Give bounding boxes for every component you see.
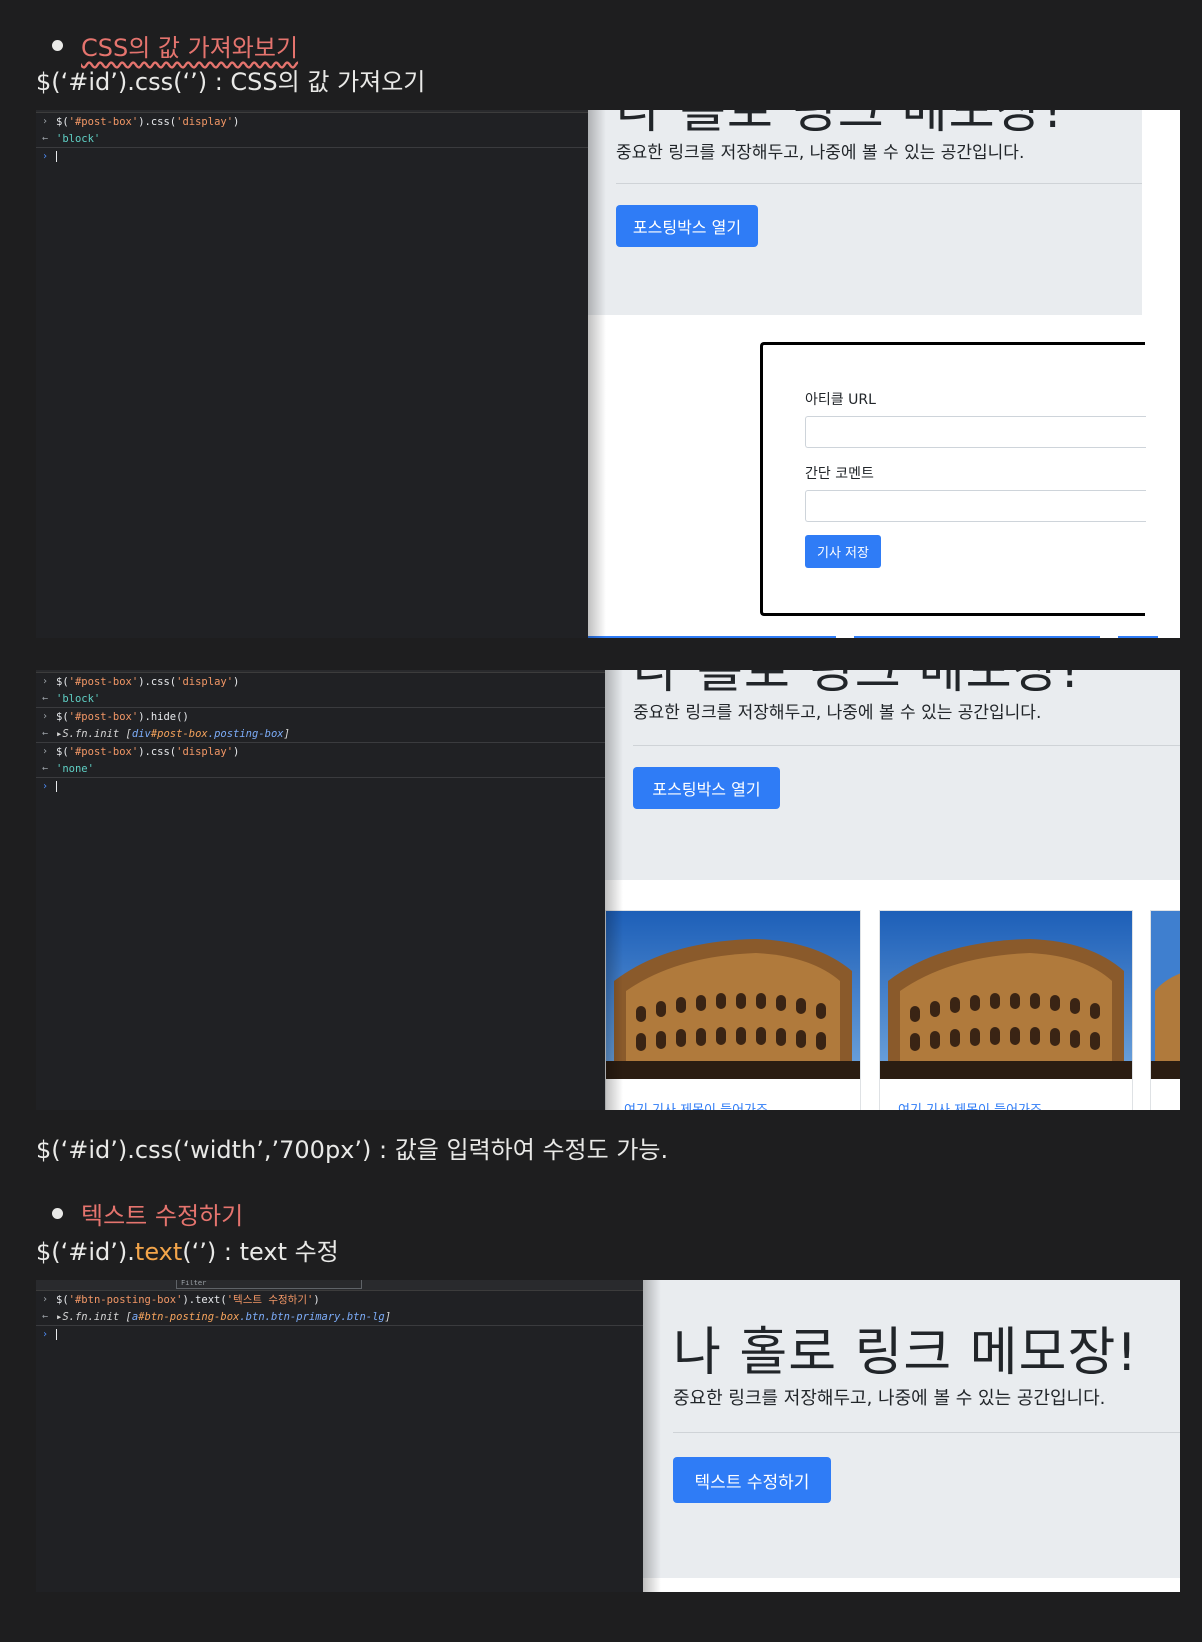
save-article-button[interactable]: 기사 저장	[805, 535, 881, 568]
jumbotron: 나 홀로 링크 메모장! 중요한 링크를 저장해두고, 나중에 볼 수 있는 공…	[588, 110, 1142, 315]
console-result-line[interactable]: ← ▸S.fn.init [div#post-box.posting-box]	[36, 725, 605, 743]
return-arrow-icon: ←	[42, 1311, 49, 1322]
card-edge	[1118, 636, 1158, 638]
bullet-css-get: CSS의 값 가져와보기	[52, 28, 298, 63]
jumbotron-description: 중요한 링크를 저장해두고, 나중에 볼 수 있는 공간입니다.	[673, 1388, 1106, 1409]
screenshot-css-get: › $('#post-box').css('display') ← 'block…	[36, 110, 1180, 638]
edit-text-button[interactable]: 텍스트 수정하기	[673, 1457, 831, 1503]
bullet-label: 텍스트 수정하기	[81, 1202, 244, 1230]
text-cursor	[56, 151, 57, 162]
colosseum-image	[880, 911, 1132, 1079]
bullet-label: CSS의 값 가져와보기	[81, 34, 299, 62]
article-card-partial[interactable]	[1150, 910, 1180, 1110]
text-cursor	[56, 1329, 57, 1340]
card-edge	[588, 636, 836, 638]
divider	[633, 745, 1180, 746]
return-arrow-icon: ←	[42, 133, 49, 144]
console-result-line: ← 'none'	[36, 760, 605, 778]
comment-label: 간단 코멘트	[805, 466, 874, 482]
colosseum-image	[1151, 911, 1180, 1079]
posting-box-form: 아티클 URL 간단 코멘트 기사 저장	[760, 342, 1146, 616]
section-heading: $(‘#id’).css(‘’) : CSS의 값 가져오기	[36, 68, 426, 96]
open-posting-box-button[interactable]: 포스팅박스 열기	[616, 205, 758, 247]
divider	[616, 183, 1142, 184]
chevron-right-icon: ›	[42, 746, 49, 757]
jumbotron-description: 중요한 링크를 저장해두고, 나중에 볼 수 있는 공간입니다.	[633, 703, 1042, 723]
console-toolbar: Filter	[36, 1280, 643, 1291]
devtools-console[interactable]: Filter › $('#btn-posting-box').text('텍스트…	[36, 1280, 643, 1592]
devtools-console[interactable]: › $('#post-box').css('display') ← 'block…	[36, 670, 605, 1110]
bullet-dot	[52, 1208, 63, 1219]
console-input-line: › $('#post-box').css('display')	[42, 746, 240, 758]
card-title[interactable]: 여기 기사 제목이 들어가죠	[898, 1099, 1042, 1110]
chevron-right-icon: ›	[42, 1294, 49, 1305]
prompt-chevron-icon: ›	[42, 151, 49, 162]
web-page-preview: 나 홀로 링크 메모장! 중요한 링크를 저장해두고, 나중에 볼 수 있는 공…	[643, 1280, 1180, 1592]
return-arrow-icon: ←	[42, 693, 49, 704]
open-posting-box-button[interactable]: 포스팅박스 열기	[633, 767, 780, 809]
jumbotron-title: 나 홀로 링크 메모장!	[673, 1323, 1139, 1383]
article-url-label: 아티클 URL	[805, 392, 876, 408]
comment-input[interactable]	[805, 490, 1146, 522]
colosseum-image	[606, 911, 860, 1079]
screenshot-text-edit: Filter › $('#btn-posting-box').text('텍스트…	[36, 1280, 1180, 1592]
console-prompt[interactable]: ›	[36, 1326, 643, 1343]
console-input-line: › $('#post-box').css('display')	[42, 676, 240, 688]
section-heading: $(‘#id’).text(‘’) : text 수정	[36, 1238, 339, 1266]
jumbotron-description: 중요한 링크를 저장해두고, 나중에 볼 수 있는 공간입니다.	[616, 143, 1025, 163]
web-page-preview: 나 홀로 링크 메모장! 중요한 링크를 저장해두고, 나중에 볼 수 있는 공…	[588, 110, 1180, 638]
chevron-right-icon: ›	[42, 711, 49, 722]
bullet-text-edit: 텍스트 수정하기	[52, 1196, 243, 1231]
return-arrow-icon: ←	[42, 763, 49, 774]
console-result-line[interactable]: ← ▸S.fn.init [a#btn-posting-box.btn.btn-…	[36, 1308, 643, 1326]
filter-input[interactable]: Filter	[176, 1280, 362, 1289]
article-card[interactable]: 여기 기사 제목이 들어가죠	[605, 910, 861, 1110]
jumbotron: 나 홀로 링크 메모장! 중요한 링크를 저장해두고, 나중에 볼 수 있는 공…	[605, 670, 1180, 880]
divider	[673, 1432, 1180, 1433]
bullet-dot	[52, 40, 63, 51]
console-result-line: ← 'block'	[36, 130, 588, 148]
screenshot-css-hide: › $('#post-box').css('display') ← 'block…	[36, 670, 1180, 1110]
console-input-line: › $('#post-box').hide()	[42, 711, 189, 723]
article-url-input[interactable]	[805, 416, 1146, 448]
card-title[interactable]: 여기 기사 제목이 들어가죠	[624, 1099, 768, 1110]
chevron-right-icon: ›	[42, 676, 49, 687]
console-prompt[interactable]: ›	[36, 778, 605, 795]
chevron-right-icon: ›	[42, 116, 49, 127]
devtools-console[interactable]: › $('#post-box').css('display') ← 'block…	[36, 110, 588, 638]
console-input-line: › $('#post-box').css('display')	[42, 116, 240, 128]
css-set-note: $(‘#id’).css(‘width’,’700px’) : 값을 입력하여 …	[36, 1136, 669, 1164]
card-edge	[854, 636, 1100, 638]
text-cursor	[56, 781, 57, 792]
jumbotron: 나 홀로 링크 메모장! 중요한 링크를 저장해두고, 나중에 볼 수 있는 공…	[643, 1280, 1180, 1578]
console-input-line: › $('#btn-posting-box').text('텍스트 수정하기')	[42, 1294, 320, 1306]
console-prompt[interactable]: ›	[36, 148, 588, 165]
prompt-chevron-icon: ›	[42, 1329, 49, 1340]
prompt-chevron-icon: ›	[42, 781, 49, 792]
console-result-line: ← 'block'	[36, 690, 605, 708]
article-card[interactable]: 여기 기사 제목이 들어가죠	[879, 910, 1133, 1110]
return-arrow-icon: ←	[42, 728, 49, 739]
web-page-preview: 나 홀로 링크 메모장! 중요한 링크를 저장해두고, 나중에 볼 수 있는 공…	[605, 670, 1180, 1110]
